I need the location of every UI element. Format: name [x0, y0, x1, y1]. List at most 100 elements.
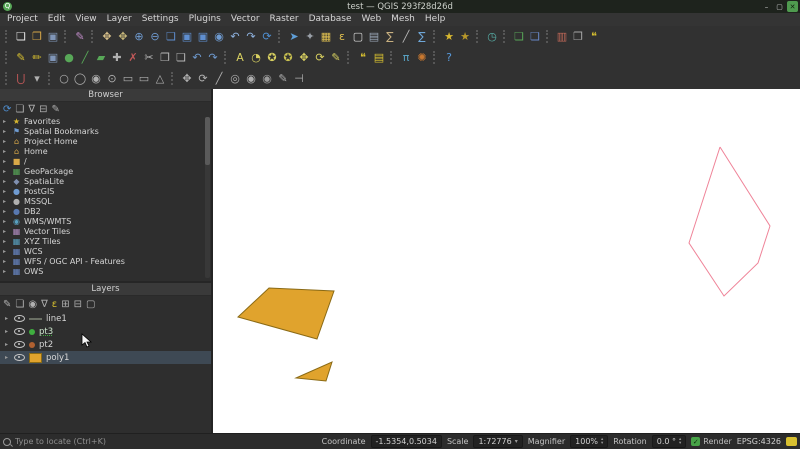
expand-arrow-icon[interactable]: ▸ [3, 128, 9, 135]
circle-3-points-icon[interactable]: ◯ [72, 71, 88, 87]
toolbar-drag-handle[interactable] [91, 30, 96, 43]
browser-collapse-all-icon[interactable]: ⊟ [39, 104, 47, 115]
toolbar-drag-handle[interactable] [433, 51, 438, 64]
maximize-button[interactable]: ▢ [774, 1, 785, 12]
browser-item-mssql[interactable]: ▸ ● MSSQL [0, 196, 211, 206]
rotate-label-icon[interactable]: ⟳ [312, 50, 328, 66]
expand-arrow-icon[interactable]: ▸ [3, 138, 9, 145]
expand-arrow-icon[interactable]: ▸ [3, 238, 9, 245]
expand-arrow-icon[interactable]: ▸ [5, 315, 10, 322]
expand-arrow-icon[interactable]: ▸ [3, 258, 9, 265]
layer-labeling-icon[interactable]: A [232, 50, 248, 66]
browser-item-geopackage[interactable]: ▸ ▦ GeoPackage [0, 166, 211, 176]
toolbar-drag-handle[interactable] [476, 30, 481, 43]
form-annotation-icon[interactable]: ▤ [371, 50, 387, 66]
close-button[interactable]: ✕ [787, 1, 798, 12]
layer-item-pt2[interactable]: ▸ pt2 [0, 338, 211, 351]
menu-raster[interactable]: Raster [265, 13, 304, 26]
zoom-last-icon[interactable]: ↶ [227, 29, 243, 45]
zoom-next-icon[interactable]: ↷ [243, 29, 259, 45]
add-polygon-feature-icon[interactable]: ▰ [93, 50, 109, 66]
render-toggle[interactable]: ✓ Render [691, 437, 732, 446]
undo-icon[interactable]: ↶ [189, 50, 205, 66]
rotate-feature-icon[interactable]: ⟳ [195, 71, 211, 87]
temporal-controller-icon[interactable]: ◷ [484, 29, 500, 45]
layer-diagram-icon[interactable]: ◔ [248, 50, 264, 66]
browser-properties-icon[interactable]: ✎ [51, 104, 59, 115]
crs-status-button[interactable]: EPSG:4326 [737, 437, 781, 446]
field-calculator-icon[interactable]: ∑ [382, 29, 398, 45]
run-feature-action-icon[interactable]: ✦ [302, 29, 318, 45]
data-source-manager-icon[interactable]: ▥ [554, 29, 570, 45]
map-canvas[interactable] [213, 89, 800, 434]
toolbar-drag-handle[interactable] [171, 72, 176, 85]
filter-legend-icon[interactable]: ∇ [41, 299, 48, 310]
vertex-tool-icon[interactable]: ✚ [109, 50, 125, 66]
locate-bar[interactable] [3, 437, 153, 446]
toolbar-drag-handle[interactable] [433, 30, 438, 43]
circle-2-points-icon[interactable]: ○ [56, 71, 72, 87]
spinner-arrows-icon[interactable]: ▴ ▾ [601, 437, 603, 446]
toolbar-drag-handle[interactable] [5, 51, 10, 64]
menu-web[interactable]: Web [357, 13, 387, 26]
zoom-native-icon[interactable]: ◉ [211, 29, 227, 45]
menu-project[interactable]: Project [2, 13, 43, 26]
browser-item-postgis[interactable]: ▸ ● PostGIS [0, 186, 211, 196]
expand-arrow-icon[interactable]: ▸ [5, 341, 10, 348]
layers-panel-header[interactable]: Layers [0, 283, 211, 296]
help-contents-icon[interactable]: ? [441, 50, 457, 66]
expand-arrow-icon[interactable]: ▸ [3, 158, 9, 165]
menu-plugins[interactable]: Plugins [184, 13, 226, 26]
toggle-editing-icon[interactable]: ✏ [29, 50, 45, 66]
rotation-spinbox[interactable]: 0.0 ° ▴ ▾ [651, 435, 687, 448]
layout-manager-icon[interactable]: ❐ [570, 29, 586, 45]
menu-edit[interactable]: Edit [43, 13, 70, 26]
delete-selected-icon[interactable]: ✗ [125, 50, 141, 66]
statistical-summary-icon[interactable]: ∑ [414, 29, 430, 45]
add-ring-icon[interactable]: ◎ [227, 71, 243, 87]
browser-item-xyz-tiles[interactable]: ▸ ▦ XYZ Tiles [0, 236, 211, 246]
menu-settings[interactable]: Settings [137, 13, 184, 26]
pan-to-selection-icon[interactable]: ✥ [115, 29, 131, 45]
toolbar-drag-handle[interactable] [224, 51, 229, 64]
show-spatial-bookmarks-icon[interactable]: ★ [457, 29, 473, 45]
cut-features-icon[interactable]: ✂ [141, 50, 157, 66]
layer-item-line1[interactable]: ▸ line1 [0, 312, 211, 325]
add-group-icon[interactable]: ❏ [15, 299, 24, 310]
add-point-feature-icon[interactable]: ● [61, 50, 77, 66]
paste-features-icon[interactable]: ❏ [173, 50, 189, 66]
layer-item-pt3[interactable]: ▸ pt3 [0, 325, 211, 338]
new-3d-map-view-icon[interactable]: ❏ [527, 29, 543, 45]
snap-type-icon[interactable]: ▾ [29, 71, 45, 87]
messages-icon[interactable] [786, 437, 797, 446]
highlight-pinned-labels-icon[interactable]: ✪ [280, 50, 296, 66]
expand-arrow-icon[interactable]: ▸ [3, 118, 9, 125]
expand-arrow-icon[interactable]: ▸ [3, 198, 9, 205]
toolbar-drag-handle[interactable] [347, 51, 352, 64]
coordinate-value[interactable]: -1.5354,0.5034 [370, 435, 442, 448]
current-edits-icon[interactable]: ✎ [13, 50, 29, 66]
style-manager-icon[interactable]: ✎ [72, 29, 88, 45]
minimize-button[interactable]: – [761, 1, 772, 12]
expand-arrow-icon[interactable]: ▸ [3, 148, 9, 155]
layer-visibility-eye-icon[interactable] [14, 315, 25, 322]
layer-visibility-eye-icon[interactable] [14, 341, 25, 348]
add-part-icon[interactable]: ◉ [243, 71, 259, 87]
browser-item-project-home[interactable]: ▸ ⌂ Project Home [0, 136, 211, 146]
menu-mesh[interactable]: Mesh [386, 13, 420, 26]
regular-polygon-icon[interactable]: △ [152, 71, 168, 87]
menu-layer[interactable]: Layer [102, 13, 137, 26]
browser-item-[interactable]: ▸ ■ / [0, 156, 211, 166]
browser-item-db2[interactable]: ▸ ● DB2 [0, 206, 211, 216]
measure-line-icon[interactable]: ╱ [398, 29, 414, 45]
reshape-features-icon[interactable]: ✎ [275, 71, 291, 87]
rectangle-3-points-icon[interactable]: ▭ [136, 71, 152, 87]
processing-toolbox-icon[interactable]: ✺ [414, 50, 430, 66]
text-annotation-icon[interactable]: ❝ [355, 50, 371, 66]
magnifier-spinbox[interactable]: 100% ▴ ▾ [570, 435, 609, 448]
browser-scrollbar-thumb[interactable] [205, 117, 210, 165]
browser-item-ows[interactable]: ▸ ▦ OWS [0, 266, 211, 276]
expand-arrow-icon[interactable]: ▸ [3, 218, 9, 225]
toolbar-drag-handle[interactable] [5, 30, 10, 43]
browser-new-connection-icon[interactable]: ❏ [15, 104, 24, 115]
